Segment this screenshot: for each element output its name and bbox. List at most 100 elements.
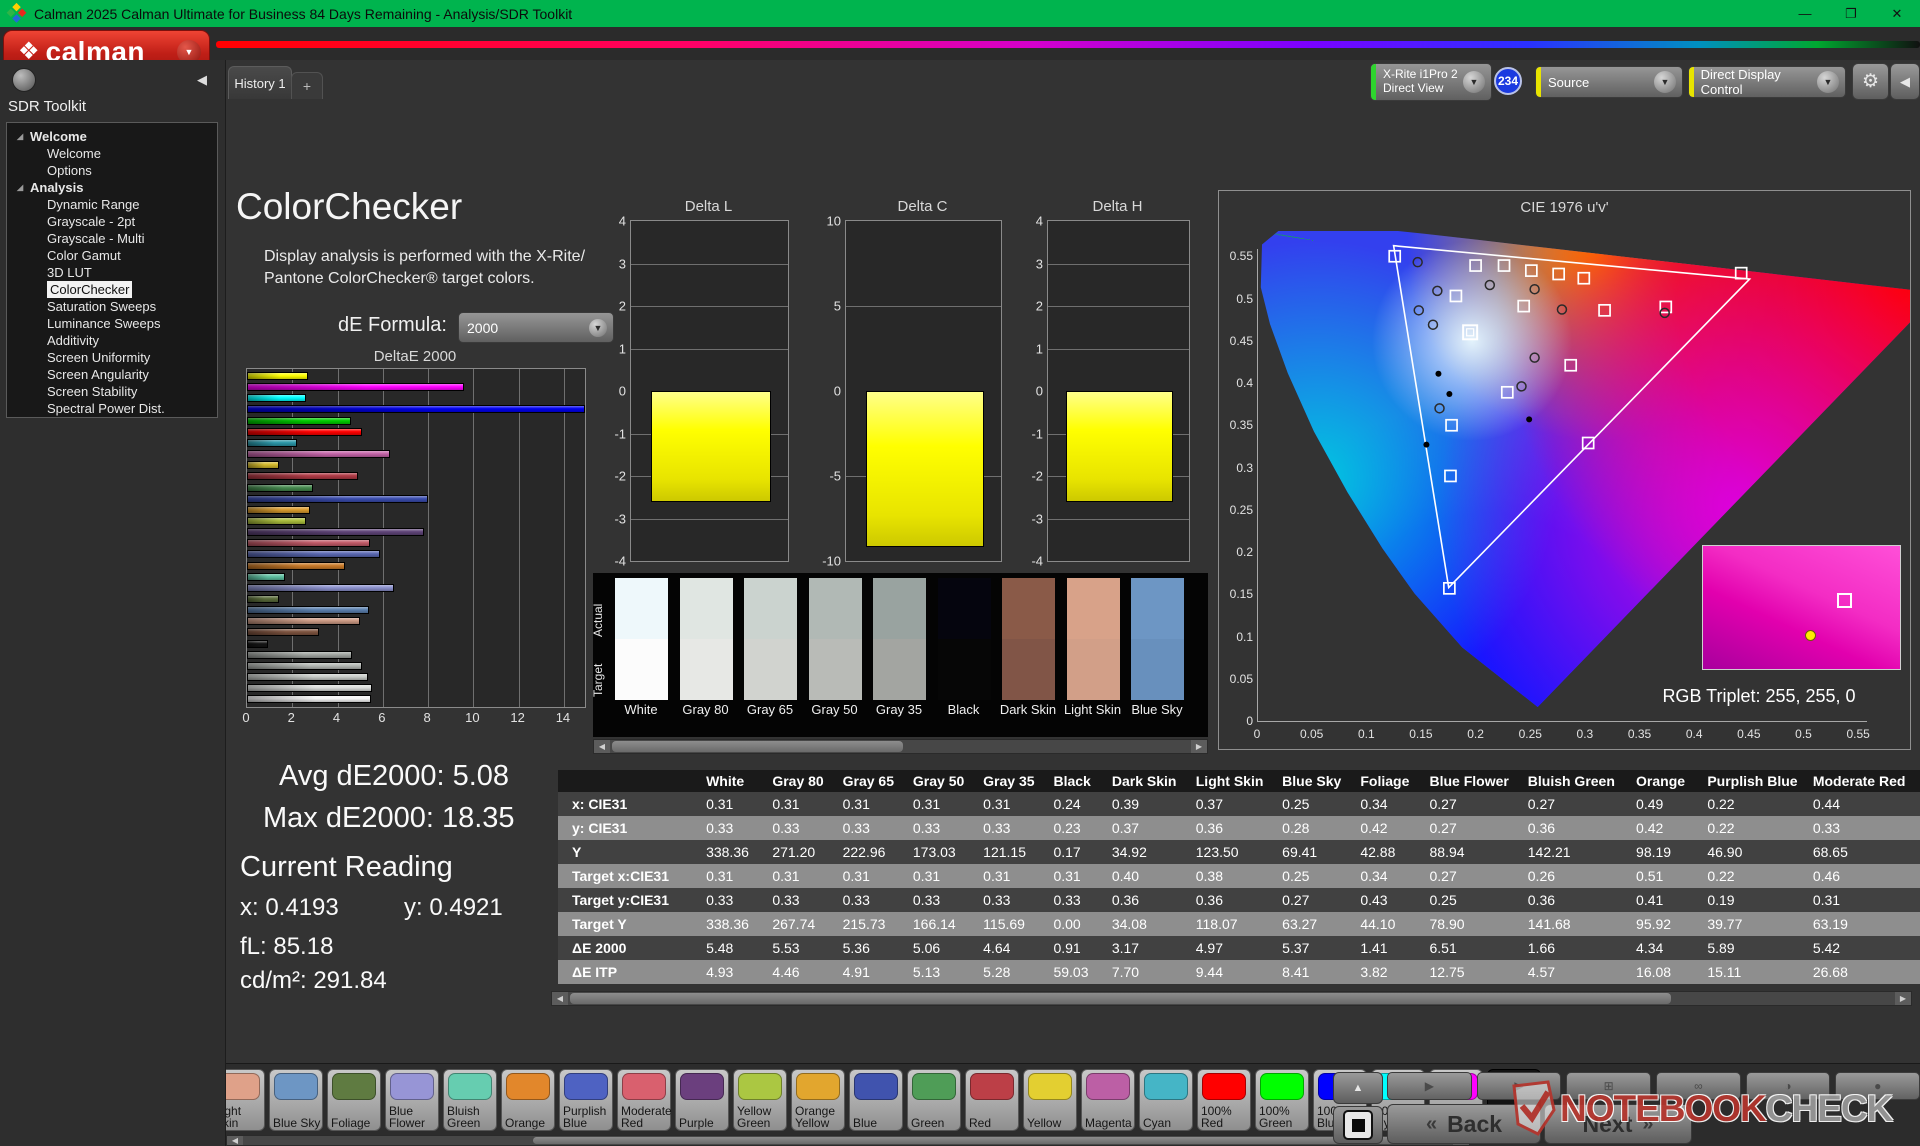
tree-expander-icon[interactable]: ◢ [17, 179, 27, 196]
chevron-down-icon[interactable]: ▼ [1463, 71, 1485, 93]
patch-button-blue-sky[interactable]: Blue Sky [269, 1069, 323, 1131]
x-tick-label: 4 [333, 710, 340, 725]
tree-item-grayscale-2pt[interactable]: Grayscale - 2pt [7, 213, 217, 230]
tree-item-saturation-sweeps[interactable]: Saturation Sweeps [7, 298, 217, 315]
mini-toolbar-button-5[interactable]: ◑ [1746, 1072, 1831, 1100]
tree-item-analysis[interactable]: ◢Analysis [7, 179, 217, 196]
tree-item-spectral-power-dist-[interactable]: Spectral Power Dist. [7, 400, 217, 417]
cie-y-tick-label: 0.55 [1221, 249, 1253, 263]
tab-add-button[interactable]: + [291, 72, 323, 99]
sidebar-collapse-icon[interactable]: ◀ [192, 70, 212, 90]
de-formula-dropdown[interactable]: 2000 ▼ [458, 312, 614, 343]
patch-button-purple[interactable]: Purple [675, 1069, 729, 1131]
table-cell: 0.31 [975, 792, 1045, 816]
patch-button-blue-flower[interactable]: Blue Flower [385, 1069, 439, 1131]
deltae-bar-purple [247, 528, 424, 536]
scroll-right-icon[interactable]: ▶ [1191, 740, 1207, 753]
mini-toolbar-button-6[interactable]: ● [1835, 1072, 1920, 1100]
patch-button-light-skin[interactable]: Light Skin [226, 1069, 265, 1131]
swatch-gray-80[interactable]: Gray 80 [680, 578, 733, 717]
patch-button-bluish-green[interactable]: Bluish Green [443, 1069, 497, 1131]
swatch-light-skin[interactable]: Light Skin [1067, 578, 1120, 717]
next-button[interactable]: Next » [1544, 1104, 1692, 1144]
table-scrollbar[interactable]: ◀ ▶ [551, 991, 1912, 1006]
table-cell: 5.89 [1699, 936, 1805, 960]
tree-item-luminance-sweeps[interactable]: Luminance Sweeps [7, 315, 217, 332]
back-button[interactable]: « Back [1387, 1104, 1541, 1144]
patch-button-100-red[interactable]: 100% Red [1197, 1069, 1251, 1131]
settings-button[interactable]: ⚙ [1852, 63, 1889, 100]
patch-button-yellow[interactable]: Yellow [1023, 1069, 1077, 1131]
patch-color-swatch [1144, 1073, 1188, 1100]
tree-item-dynamic-range[interactable]: Dynamic Range [7, 196, 217, 213]
close-button[interactable]: ✕ [1874, 0, 1920, 27]
actual-swatch [680, 578, 733, 639]
scrollbar-thumb[interactable] [533, 1137, 1428, 1144]
tree-item-grayscale-multi[interactable]: Grayscale - Multi [7, 230, 217, 247]
mini-toolbar-button-2[interactable]: ▶ [1477, 1072, 1562, 1100]
tree-expander-icon[interactable]: ◢ [17, 128, 27, 145]
source-dropdown[interactable]: Source ▼ [1535, 66, 1683, 98]
swatch-gray-65[interactable]: Gray 65 [744, 578, 797, 717]
scroll-left-icon[interactable]: ◀ [552, 992, 568, 1005]
panel-collapse-button[interactable]: ◀ [1890, 63, 1920, 100]
tree-item-options[interactable]: Options [7, 162, 217, 179]
display-control-dropdown[interactable]: Direct Display Control ▼ [1688, 66, 1846, 98]
tree-item-color-gamut[interactable]: Color Gamut [7, 247, 217, 264]
patch-bar-scrollbar[interactable]: ◀ ▶ [226, 1135, 1470, 1146]
chevron-down-icon[interactable]: ▼ [1654, 71, 1676, 93]
tab-history-1[interactable]: History 1 [228, 66, 292, 99]
stop-measure-button[interactable] [1333, 1106, 1383, 1144]
calman-window: Calman 2025 Calman Ultimate for Business… [0, 0, 1920, 1146]
y-tick-label: 3 [619, 256, 626, 271]
swatch-gray-35[interactable]: Gray 35 [873, 578, 926, 717]
tree-item-3d-lut[interactable]: 3D LUT [7, 264, 217, 281]
mini-toolbar-button-4[interactable]: ∞ [1656, 1072, 1741, 1100]
chevron-down-icon[interactable]: ▼ [1817, 71, 1839, 93]
patch-button-foliage[interactable]: Foliage [327, 1069, 381, 1131]
patch-button-green[interactable]: Green [907, 1069, 961, 1131]
patch-button-magenta[interactable]: Magenta [1081, 1069, 1135, 1131]
scroll-right-icon[interactable]: ▶ [1895, 992, 1911, 1005]
maximize-button[interactable]: ❐ [1828, 0, 1874, 27]
scroll-left-icon[interactable]: ◀ [227, 1136, 243, 1145]
patch-button-blue[interactable]: Blue [849, 1069, 903, 1131]
tree-item-welcome[interactable]: ◢Welcome [7, 128, 217, 145]
sidebar-status-orb[interactable] [12, 68, 36, 92]
chevron-down-icon[interactable]: ▼ [589, 319, 607, 337]
table-cell: 0.31 [698, 864, 764, 888]
swatch-gray-50[interactable]: Gray 50 [809, 578, 862, 717]
swatch-blue-sky[interactable]: Blue Sky [1131, 578, 1184, 717]
swatch-strip-scrollbar[interactable]: ◀ ▶ [593, 739, 1208, 754]
tree-item-welcome[interactable]: Welcome [7, 145, 217, 162]
swatch-white[interactable]: White [615, 578, 668, 717]
minimize-button[interactable]: — [1782, 0, 1828, 27]
scrollbar-thumb[interactable] [570, 993, 1671, 1004]
patch-button-orange-yellow[interactable]: Orange Yellow [791, 1069, 845, 1131]
swatch-black[interactable]: Black [938, 578, 991, 717]
patch-button-red[interactable]: Red [965, 1069, 1019, 1131]
patch-button-yellow-green[interactable]: Yellow Green [733, 1069, 787, 1131]
patch-button-cyan[interactable]: Cyan [1139, 1069, 1193, 1131]
scrollbar-thumb[interactable] [612, 741, 903, 752]
mini-toolbar-button-3[interactable]: ⊞ [1566, 1072, 1651, 1100]
swatch-dark-skin[interactable]: Dark Skin [1002, 578, 1055, 717]
mini-toolbar-button-1[interactable]: ▶ [1387, 1072, 1472, 1100]
tree-item-additivity[interactable]: Additivity [7, 332, 217, 349]
patch-button-purplish-blue[interactable]: Purplish Blue [559, 1069, 613, 1131]
tree-item-screen-stability[interactable]: Screen Stability [7, 383, 217, 400]
y-tick-label: -4 [1031, 554, 1043, 569]
patch-button-100-green[interactable]: 100% Green [1255, 1069, 1309, 1131]
gridline [473, 369, 474, 707]
patch-button-orange[interactable]: Orange [501, 1069, 555, 1131]
tree-item-screen-angularity[interactable]: Screen Angularity [7, 366, 217, 383]
patch-bar-expand-button[interactable]: ▲ [1333, 1072, 1383, 1104]
tree-item-colorchecker[interactable]: ColorChecker [7, 281, 217, 298]
meter-dropdown[interactable]: X-Rite i1Pro 2 Direct View ▼ [1370, 63, 1492, 101]
table-cell: 166.14 [905, 912, 975, 936]
patch-button-moderate-red[interactable]: Moderate Red [617, 1069, 671, 1131]
column-header-moderate-red: Moderate Red [1805, 770, 1920, 792]
meter-count-badge[interactable]: 234 [1494, 67, 1522, 95]
tree-item-screen-uniformity[interactable]: Screen Uniformity [7, 349, 217, 366]
scroll-left-icon[interactable]: ◀ [594, 740, 610, 753]
